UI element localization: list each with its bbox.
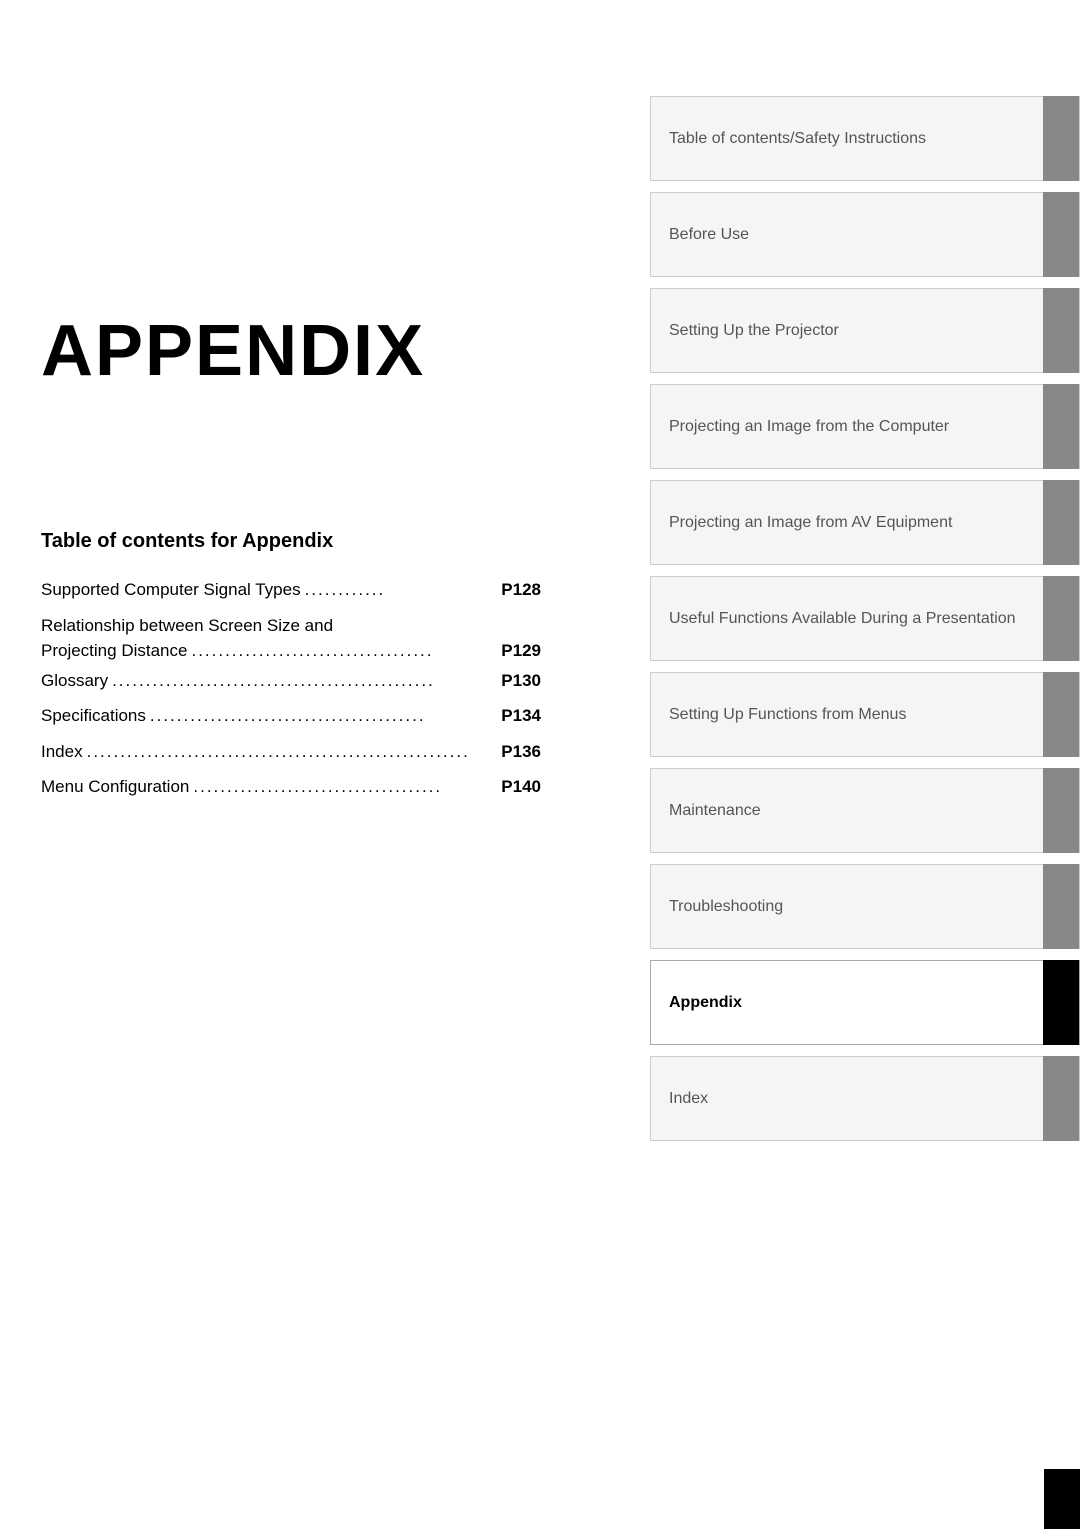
nav-tab	[1043, 864, 1079, 949]
nav-item-av[interactable]: Projecting an Image from AV Equipment	[650, 480, 1080, 565]
toc-entry-text: Glossary	[41, 668, 108, 694]
toc-section: Table of contents for Appendix Supported…	[41, 530, 541, 810]
nav-item-label: Maintenance	[651, 802, 1043, 820]
nav-tab	[1043, 576, 1079, 661]
toc-entry-text: Relationship between Screen Size and	[41, 613, 541, 639]
nav-tab	[1043, 960, 1079, 1045]
toc-dots: ....................................	[191, 638, 497, 664]
toc-entry-page: P134	[501, 703, 541, 729]
toc-dots: ........................................…	[112, 668, 497, 694]
toc-entry-page: P140	[501, 774, 541, 800]
nav-item-toc[interactable]: Table of contents/Safety Instructions	[650, 96, 1080, 181]
nav-item-label: Troubleshooting	[651, 898, 1043, 916]
nav-item-maintenance[interactable]: Maintenance	[650, 768, 1080, 853]
right-nav: Table of contents/Safety Instructions Be…	[650, 0, 1080, 1529]
toc-entry-text: Specifications	[41, 703, 146, 729]
nav-tab	[1043, 96, 1079, 181]
nav-item-label: Useful Functions Available During a Pres…	[651, 610, 1043, 628]
toc-entry: Menu Configuration .....................…	[41, 774, 541, 800]
nav-item-computer[interactable]: Projecting an Image from the Computer	[650, 384, 1080, 469]
toc-entry-text-2: Projecting Distance	[41, 638, 187, 664]
nav-item-label: Projecting an Image from the Computer	[651, 418, 1043, 436]
nav-item-label: Setting Up Functions from Menus	[651, 706, 1043, 724]
toc-entry-page: P129	[501, 638, 541, 664]
toc-heading: Table of contents for Appendix	[41, 530, 541, 553]
toc-entry-page: P130	[501, 668, 541, 694]
toc-entry-text: Menu Configuration	[41, 774, 189, 800]
nav-item-label: Appendix	[651, 994, 1043, 1012]
nav-item-useful[interactable]: Useful Functions Available During a Pres…	[650, 576, 1080, 661]
left-content: APPENDIX Table of contents for Appendix …	[41, 0, 601, 1529]
nav-tab	[1043, 480, 1079, 565]
toc-entry: Supported Computer Signal Types ........…	[41, 577, 541, 603]
nav-item-setup[interactable]: Setting Up the Projector	[650, 288, 1080, 373]
toc-entry-page: P136	[501, 739, 541, 765]
nav-item-label: Setting Up the Projector	[651, 322, 1043, 340]
nav-item-label: Table of contents/Safety Instructions	[651, 130, 1043, 148]
nav-tab	[1043, 768, 1079, 853]
nav-item-index[interactable]: Index	[650, 1056, 1080, 1141]
page-container: APPENDIX Table of contents for Appendix …	[0, 0, 1080, 1529]
toc-dots: ........................................…	[150, 703, 497, 729]
nav-item-troubleshooting[interactable]: Troubleshooting	[650, 864, 1080, 949]
toc-dots: ........................................…	[87, 739, 498, 765]
nav-item-before-use[interactable]: Before Use	[650, 192, 1080, 277]
toc-entry: Specifications .........................…	[41, 703, 541, 729]
nav-item-label: Index	[651, 1090, 1043, 1108]
nav-item-label: Before Use	[651, 226, 1043, 244]
nav-tab	[1043, 1056, 1079, 1141]
toc-dots: ............	[305, 577, 498, 603]
nav-tab	[1043, 384, 1079, 469]
nav-tab	[1043, 672, 1079, 757]
toc-entry-page: P128	[501, 577, 541, 603]
bottom-decorative-tab	[1044, 1469, 1080, 1529]
nav-tab	[1043, 192, 1079, 277]
toc-entry-text: Supported Computer Signal Types	[41, 577, 301, 603]
toc-dots: .....................................	[193, 774, 497, 800]
nav-tab	[1043, 288, 1079, 373]
nav-item-label: Projecting an Image from AV Equipment	[651, 514, 1043, 532]
nav-item-menus[interactable]: Setting Up Functions from Menus	[650, 672, 1080, 757]
chapter-title: APPENDIX	[41, 310, 425, 392]
toc-entry: Relationship between Screen Size and Pro…	[41, 613, 541, 664]
nav-item-appendix[interactable]: Appendix	[650, 960, 1080, 1045]
toc-entry-text: Index	[41, 739, 83, 765]
toc-entry: Glossary ...............................…	[41, 668, 541, 694]
toc-entry: Index ..................................…	[41, 739, 541, 765]
